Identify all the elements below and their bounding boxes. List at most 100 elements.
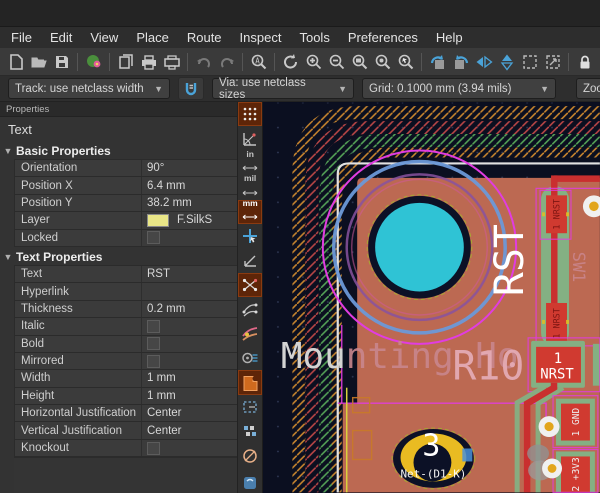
property-row-hyperlink: Hyperlink	[15, 283, 237, 300]
properties-panel: Properties Text ▼ Basic Properties Orien…	[0, 102, 238, 493]
menu-preferences[interactable]: Preferences	[339, 30, 427, 45]
property-row-thickness: Thickness 0.2 mm	[15, 301, 237, 318]
pad-display-mode-icon[interactable]	[238, 346, 262, 370]
zoom-fit-page-icon[interactable]	[348, 50, 371, 73]
pad-label-gnd: 1 GND	[571, 408, 582, 437]
unlock-icon[interactable]	[596, 50, 600, 73]
units-inches-icon[interactable]: in	[238, 151, 262, 175]
vertical-justification-value[interactable]: Center	[142, 422, 237, 438]
pad-label-sw1-bottom: 1 NRST	[552, 308, 562, 339]
ungroup-icon[interactable]	[541, 50, 564, 73]
knockout-checkbox[interactable]	[147, 442, 160, 455]
text-value[interactable]: RST	[142, 266, 237, 282]
property-row-orientation: Orientation 90°	[15, 160, 237, 177]
zone-fill-display-icon[interactable]	[238, 370, 262, 394]
net-highlight-icon[interactable]	[238, 322, 262, 346]
menu-file[interactable]: File	[2, 30, 41, 45]
height-value[interactable]: 1 mm	[142, 388, 237, 404]
italic-checkbox[interactable]	[147, 320, 160, 333]
redo-icon[interactable]	[215, 50, 238, 73]
horizontal-justification-value[interactable]: Center	[142, 405, 237, 421]
track-width-dropdown[interactable]: Track: use netclass width▼	[8, 78, 170, 99]
flip-horizontal-icon[interactable]	[472, 50, 495, 73]
section-basic-properties[interactable]: ▼ Basic Properties	[0, 143, 237, 159]
zoom-dropdown[interactable]: Zoom	[576, 78, 600, 99]
position-x-value[interactable]: 6.4 mm	[142, 177, 237, 193]
menu-view[interactable]: View	[81, 30, 127, 45]
pad-number-3: 3	[423, 428, 441, 463]
silk-ref-r10: R10	[452, 344, 524, 390]
property-row-text: Text RST	[15, 266, 237, 283]
width-value[interactable]: 1 mm	[142, 370, 237, 386]
menu-route[interactable]: Route	[178, 30, 231, 45]
menu-edit[interactable]: Edit	[41, 30, 81, 45]
print-icon[interactable]	[137, 50, 160, 73]
property-row-position-x: Position X 6.4 mm	[15, 177, 237, 194]
orientation-value[interactable]: 90°	[142, 160, 237, 176]
new-board-icon[interactable]	[4, 50, 27, 73]
chevron-down-icon: ▼	[338, 84, 347, 94]
layer-color-swatch	[147, 214, 169, 227]
via-size-dropdown[interactable]: Via: use netclass sizes▼	[212, 78, 354, 99]
zone-fracture-display-icon[interactable]	[238, 419, 262, 443]
lock-icon[interactable]	[573, 50, 596, 73]
units-mm-icon[interactable]: mm	[238, 200, 262, 224]
zoom-out-icon[interactable]	[325, 50, 348, 73]
polar-coordinates-icon[interactable]	[238, 126, 262, 150]
open-board-icon[interactable]	[27, 50, 50, 73]
menu-help[interactable]: Help	[427, 30, 472, 45]
zoom-fit-objects-icon[interactable]	[371, 50, 394, 73]
property-row-position-y: Position Y 38.2 mm	[15, 195, 237, 212]
zone-outline-display-icon[interactable]	[238, 395, 262, 419]
property-row-vertical-justification: Vertical Justification Center	[15, 422, 237, 439]
pad-number-r10-1: 1	[554, 351, 562, 367]
layer-value[interactable]: F.SilkS	[142, 212, 237, 228]
grid-dots-icon[interactable]	[238, 102, 262, 126]
properties-panel-title: Properties	[0, 102, 237, 117]
sketch-mode-icon[interactable]	[238, 443, 262, 467]
position-y-value[interactable]: 38.2 mm	[142, 195, 237, 211]
rotate-cw-icon[interactable]	[449, 50, 472, 73]
flip-vertical-icon[interactable]	[495, 50, 518, 73]
partial-tool-icon[interactable]	[238, 468, 262, 492]
pad-net-r10-nrst: NRST	[540, 367, 574, 383]
units-mils-icon[interactable]: mil	[238, 175, 262, 199]
property-row-layer: Layer F.SilkS	[15, 212, 237, 229]
ratsnest-visibility-icon[interactable]	[238, 273, 262, 297]
selected-text-rst[interactable]: RST	[487, 224, 533, 296]
section-text-properties[interactable]: ▼ Text Properties	[0, 249, 237, 265]
curved-ratsnest-icon[interactable]	[238, 297, 262, 321]
page-settings-icon[interactable]	[114, 50, 137, 73]
thickness-value[interactable]: 0.2 mm	[142, 301, 237, 317]
cursor-shape-icon[interactable]	[238, 224, 262, 248]
pad-label-3v3: 2 +3V3	[571, 457, 582, 491]
menu-inspect[interactable]: Inspect	[231, 30, 291, 45]
group-icon[interactable]	[518, 50, 541, 73]
save-icon[interactable]	[50, 50, 73, 73]
menu-place[interactable]: Place	[127, 30, 178, 45]
board-setup-icon[interactable]	[82, 50, 105, 73]
plot-icon[interactable]	[160, 50, 183, 73]
locked-checkbox[interactable]	[147, 231, 160, 244]
track-width-icon[interactable]	[178, 77, 204, 100]
rotate-ccw-icon[interactable]	[426, 50, 449, 73]
undo-icon[interactable]	[192, 50, 215, 73]
hyperlink-value[interactable]	[142, 283, 237, 299]
refresh-icon[interactable]	[279, 50, 302, 73]
mirrored-checkbox[interactable]	[147, 355, 160, 368]
zoom-selection-icon[interactable]	[394, 50, 417, 73]
collapse-arrow-icon: ▼	[0, 252, 16, 262]
chevron-down-icon: ▼	[540, 84, 549, 94]
svg-text:A: A	[255, 56, 260, 65]
property-row-height: Height 1 mm	[15, 388, 237, 405]
free-angle-mode-icon[interactable]	[238, 248, 262, 272]
bold-checkbox[interactable]	[147, 337, 160, 350]
property-row-knockout: Knockout	[15, 440, 237, 457]
zoom-in-icon[interactable]	[302, 50, 325, 73]
zoom-auto-icon[interactable]: A	[247, 50, 270, 73]
grid-dropdown[interactable]: Grid: 0.1000 mm (3.94 mils)▼	[362, 78, 556, 99]
property-row-mirrored: Mirrored	[15, 353, 237, 370]
pcb-canvas[interactable]: Mou nting Ho R10 RST 1 NRST 1 N	[263, 102, 600, 493]
menu-tools[interactable]: Tools	[290, 30, 338, 45]
silk-ref-sw1: SW1	[569, 252, 589, 283]
